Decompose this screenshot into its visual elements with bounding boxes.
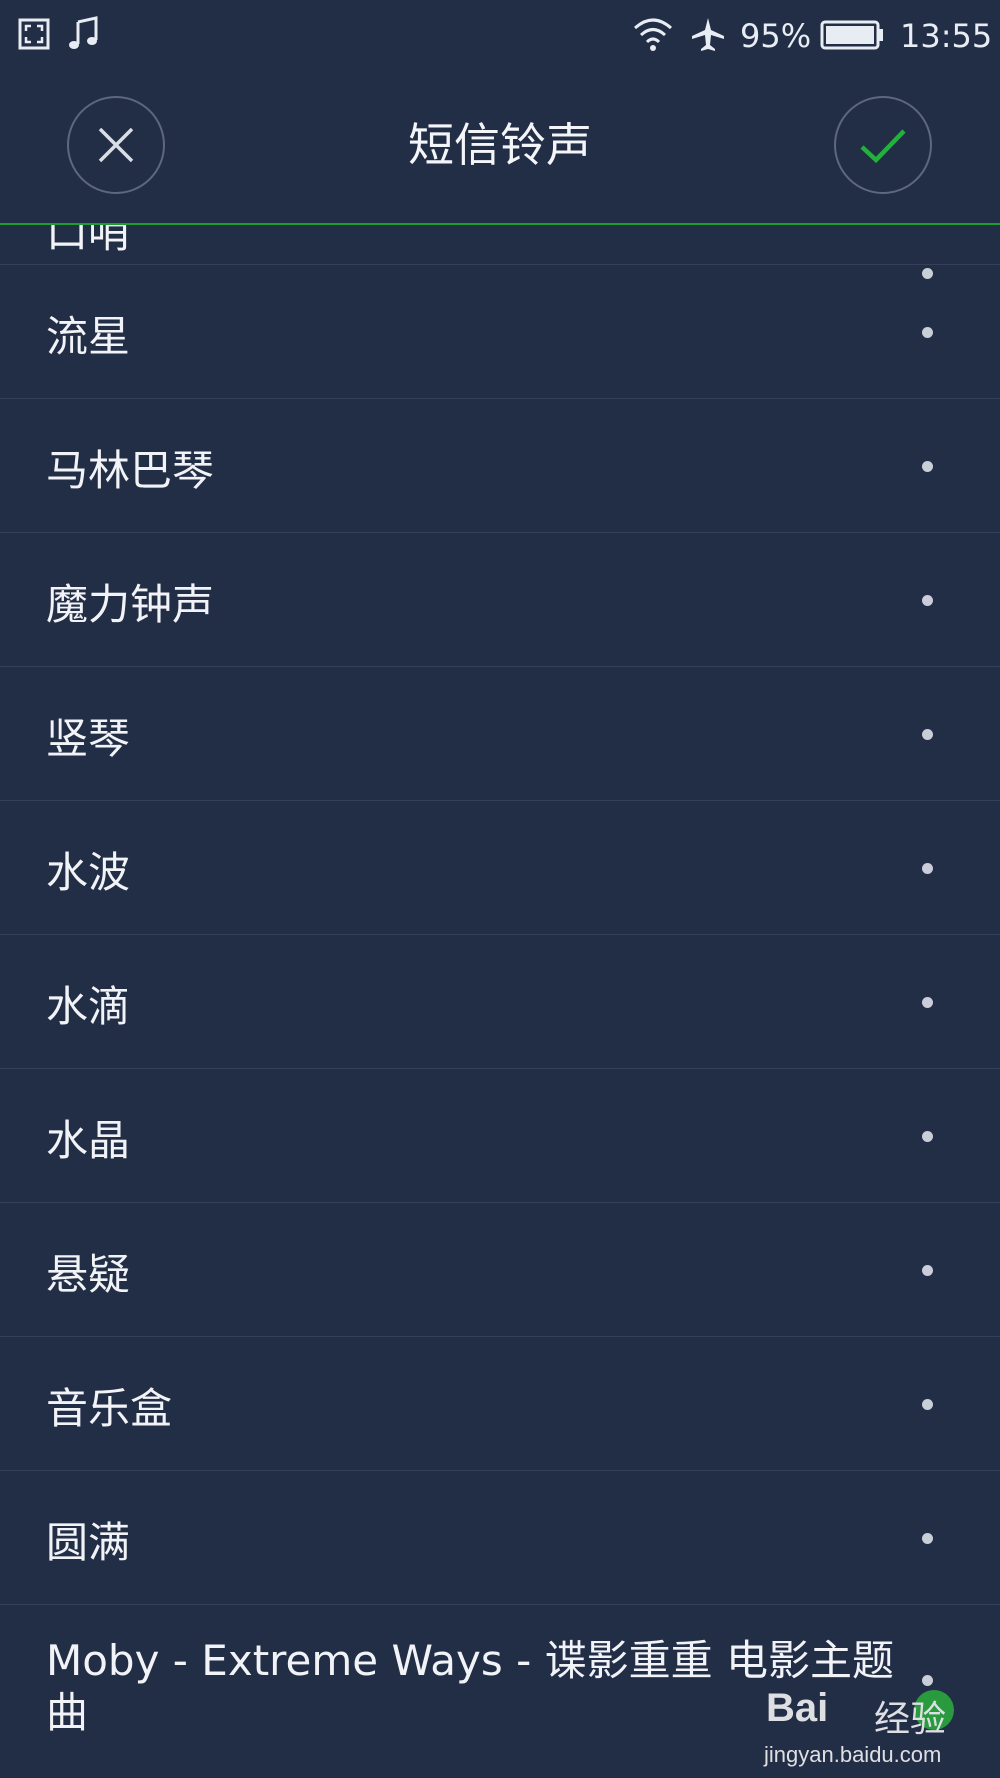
confirm-button[interactable] (834, 96, 932, 194)
radio-indicator[interactable] (922, 1131, 933, 1142)
ringtone-item[interactable]: 水波 (0, 801, 1000, 935)
check-icon (860, 129, 906, 164)
airplane-icon (692, 18, 724, 51)
ringtone-label: 圆满 (46, 1518, 131, 1567)
header: 短信铃声 (0, 72, 1000, 224)
ringtone-label: 魔力钟声 (46, 580, 215, 629)
radio-indicator[interactable] (922, 729, 933, 740)
ringtone-label: 流星 (46, 312, 131, 361)
radio-indicator[interactable] (922, 595, 933, 606)
ringtone-label: 水晶 (46, 1116, 131, 1165)
ringtone-list[interactable]: 口哨 流星 马林巴琴 魔力钟声 竖琴 水波 水滴 水晶 悬疑 音乐盒 圆满 Mo… (0, 225, 1000, 1778)
ringtone-label: 水波 (46, 848, 131, 897)
baidu-watermark: Bai 经验 jingyan.baidu.com (764, 1686, 954, 1776)
ringtone-label: 口哨 (46, 225, 131, 257)
battery-percent: 95% (740, 17, 812, 55)
radio-indicator[interactable] (922, 327, 933, 338)
ringtone-item[interactable]: 马林巴琴 (0, 399, 1000, 533)
ringtone-label: 水滴 (46, 982, 131, 1031)
watermark-brand: Bai (766, 1686, 829, 1730)
ringtone-label: 音乐盒 (46, 1384, 173, 1433)
ringtone-label: 竖琴 (46, 714, 131, 763)
radio-indicator[interactable] (922, 1399, 933, 1410)
ringtone-item[interactable]: 流星 (0, 265, 1000, 399)
ringtone-item[interactable]: 口哨 (0, 225, 1000, 279)
ringtone-label: 悬疑 (46, 1250, 131, 1299)
ringtone-label: 马林巴琴 (46, 446, 215, 495)
ringtone-item[interactable]: 竖琴 (0, 667, 1000, 801)
music-note-icon (69, 16, 98, 49)
radio-indicator[interactable] (922, 461, 933, 472)
ringtone-item[interactable]: 魔力钟声 (0, 533, 1000, 667)
screenshot-icon (18, 18, 50, 50)
ringtone-item[interactable]: 圆满 (0, 1471, 1000, 1605)
ringtone-item[interactable]: 音乐盒 (0, 1337, 1000, 1471)
ringtone-item[interactable]: 水晶 (0, 1069, 1000, 1203)
ringtone-item[interactable]: 水滴 (0, 935, 1000, 1069)
watermark-url: jingyan.baidu.com (764, 1742, 942, 1767)
battery-icon (820, 20, 883, 50)
radio-indicator[interactable] (922, 863, 933, 874)
watermark-brand-cn: 经验 (874, 1699, 947, 1740)
radio-indicator[interactable] (922, 1675, 933, 1686)
radio-indicator[interactable] (922, 997, 933, 1008)
clock: 13:55 (900, 17, 993, 55)
status-bar: 95% 13:55 (0, 0, 1000, 72)
radio-indicator[interactable] (922, 1265, 933, 1276)
radio-indicator[interactable] (922, 1533, 933, 1544)
wifi-icon (634, 18, 672, 51)
ringtone-item[interactable]: 悬疑 (0, 1203, 1000, 1337)
